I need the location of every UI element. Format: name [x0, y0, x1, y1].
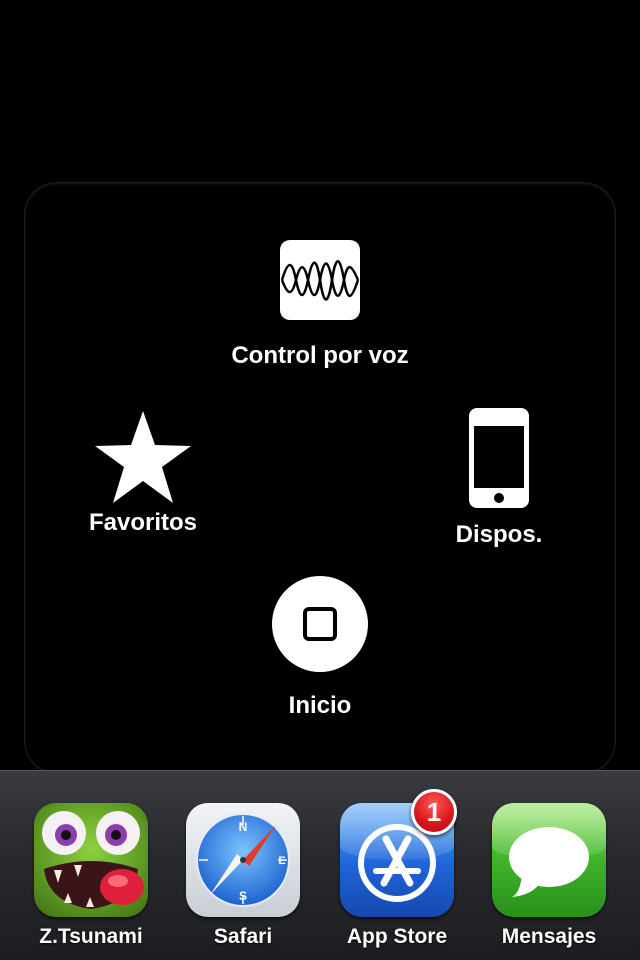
dock-app-safari[interactable]: N S E Safari — [173, 803, 313, 949]
dock-app-label: App Store — [346, 925, 448, 948]
dock-app-label: Mensajes — [501, 925, 597, 948]
device-button[interactable]: Dispos. — [409, 407, 589, 549]
svg-text:N: N — [239, 820, 248, 834]
favorites-button[interactable]: Favoritos — [53, 409, 233, 537]
screen: Control por voz Favoritos Dispos. Inicio — [0, 0, 640, 960]
svg-text:S: S — [239, 889, 247, 903]
dock-app-app-store[interactable]: 1 App Store — [327, 789, 467, 949]
dock: Z.Tsunami N S E Safari 1 App Store Mensa… — [0, 770, 640, 960]
home-button-icon — [272, 576, 368, 672]
iphone-icon — [469, 408, 529, 508]
home-button[interactable]: Inicio — [220, 576, 420, 720]
home-label: Inicio — [288, 692, 352, 719]
dock-app-messages[interactable]: Mensajes — [479, 803, 619, 949]
star-icon — [95, 411, 191, 503]
voice-control-button[interactable]: Control por voz — [180, 240, 460, 370]
dock-app-ztsunami[interactable]: Z.Tsunami — [21, 803, 161, 949]
voice-control-label: Control por voz — [231, 342, 409, 369]
assistive-touch-panel: Control por voz Favoritos Dispos. Inicio — [25, 183, 615, 773]
waveform-icon — [280, 240, 360, 320]
dock-app-label: Z.Tsunami — [39, 925, 143, 948]
device-label: Dispos. — [455, 521, 543, 548]
svg-text:E: E — [278, 855, 285, 867]
favorites-label: Favoritos — [88, 509, 198, 536]
notification-badge: 1 — [411, 789, 457, 835]
compass-icon: N S E — [186, 803, 300, 917]
dock-app-label: Safari — [213, 925, 273, 948]
zombie-face-icon — [34, 803, 148, 917]
speech-bubble-icon — [492, 803, 606, 917]
